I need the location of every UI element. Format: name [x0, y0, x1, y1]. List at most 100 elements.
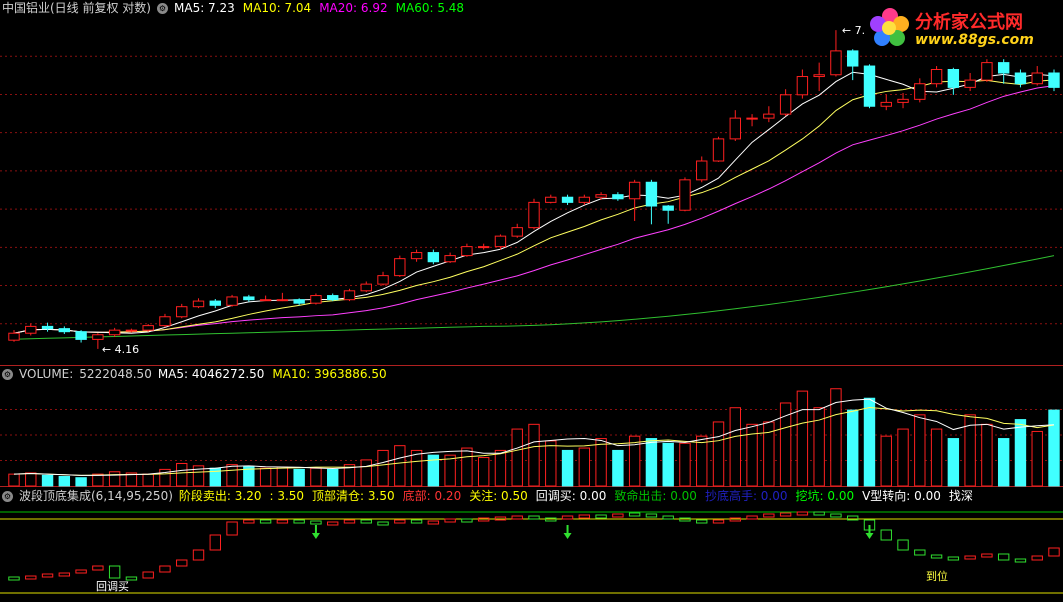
indicator-box [830, 513, 842, 518]
volume-bar [176, 462, 188, 487]
indicator-box [1031, 555, 1043, 561]
indicator-box [813, 511, 825, 516]
candle-up [964, 79, 976, 88]
candle-up [461, 246, 473, 257]
indicator-box [92, 565, 104, 571]
indicator-box [243, 519, 255, 524]
candle-up [880, 101, 892, 107]
logo-url: www.88gs.com [915, 32, 1034, 48]
candle-up [796, 76, 809, 96]
volume-bar [628, 435, 641, 487]
indicator-box [779, 512, 792, 517]
candle-up [477, 246, 490, 249]
volume-bar [545, 440, 557, 487]
arrow-down-icon [563, 533, 572, 539]
candle-up [108, 329, 121, 336]
candle-up [360, 283, 372, 292]
candle-down [612, 194, 624, 200]
indicator-box [410, 519, 423, 524]
candle-up [377, 275, 389, 285]
volume-bar [394, 445, 406, 487]
indicator-box [796, 511, 809, 516]
indicator-box [964, 555, 976, 560]
indicator-box [343, 519, 356, 524]
indicator-box [1048, 547, 1060, 557]
indicator-box [880, 529, 892, 541]
indicator-box [226, 521, 238, 536]
candle-up [981, 62, 993, 81]
candle-up [578, 196, 591, 203]
indicator-box [444, 518, 456, 523]
indicator-box [142, 571, 154, 579]
volume-bar [863, 397, 876, 487]
indicator-box [192, 549, 205, 561]
indicator-box [528, 515, 540, 520]
volume-bar [729, 407, 741, 487]
candle-down [293, 299, 305, 304]
logo-title: 分析家公式网 [915, 12, 1023, 33]
volume-bar [997, 438, 1010, 487]
indicator-box [394, 519, 406, 524]
indicator-box [947, 556, 960, 561]
candle-down [41, 325, 54, 330]
volume-bar [25, 472, 37, 487]
indicator-box [159, 565, 171, 573]
indicator-box [696, 519, 708, 524]
candle-down [645, 181, 658, 207]
volume-bar [444, 454, 456, 487]
candle-up [763, 113, 775, 119]
indicator-box [511, 515, 523, 520]
indicator-box [360, 519, 372, 524]
volume-bar [696, 435, 708, 487]
indicator-box [997, 553, 1010, 561]
candle-down [947, 69, 960, 88]
volume-bar [327, 468, 339, 487]
ma60-line [13, 255, 1055, 340]
volume-bar [276, 466, 289, 487]
candle-up [712, 138, 725, 162]
indicator-box [763, 513, 775, 518]
candle-up [159, 316, 171, 327]
indicator-box [327, 521, 339, 526]
candle-up [125, 329, 138, 332]
indicator-box [8, 576, 20, 581]
volume-bar [930, 428, 943, 487]
candle-down [327, 295, 339, 301]
volume-bar [360, 459, 372, 487]
volume-bar [142, 473, 154, 487]
indicator-box [662, 515, 674, 520]
candle-down [243, 296, 255, 301]
candle-up [595, 194, 607, 198]
candle-up [276, 299, 289, 302]
indicator-box [595, 514, 607, 519]
indicator-box [746, 515, 758, 520]
arrow-down-icon [865, 533, 874, 539]
indicator-box [914, 549, 926, 556]
candle-up [813, 74, 825, 78]
candle-up [343, 290, 356, 301]
volume-bar [377, 449, 389, 487]
candle-up [259, 299, 272, 302]
indicator-box [645, 513, 658, 518]
indicator-box [427, 520, 440, 525]
indicator-box [1014, 558, 1027, 563]
volume-bar [494, 449, 507, 487]
volume-bar [612, 449, 624, 487]
volume-bar [796, 390, 809, 487]
indicator-box [259, 519, 272, 524]
candle-up [310, 295, 322, 304]
candle-up [628, 181, 641, 200]
indicator-box [612, 513, 624, 518]
arrow-down-icon [311, 533, 320, 539]
volume-bar [528, 423, 540, 487]
candle-down [847, 50, 859, 67]
candle-up [746, 117, 758, 120]
volume-bar [1031, 430, 1043, 487]
volume-bar [511, 428, 523, 487]
volume-bar [410, 449, 423, 487]
volume-bar [645, 438, 658, 487]
stock-chart[interactable]: ← 4.16 ← 7. 回调买 到位 [0, 0, 1063, 602]
candle-down [863, 65, 876, 107]
indicator-box [176, 559, 188, 567]
volume-bar [461, 447, 473, 487]
